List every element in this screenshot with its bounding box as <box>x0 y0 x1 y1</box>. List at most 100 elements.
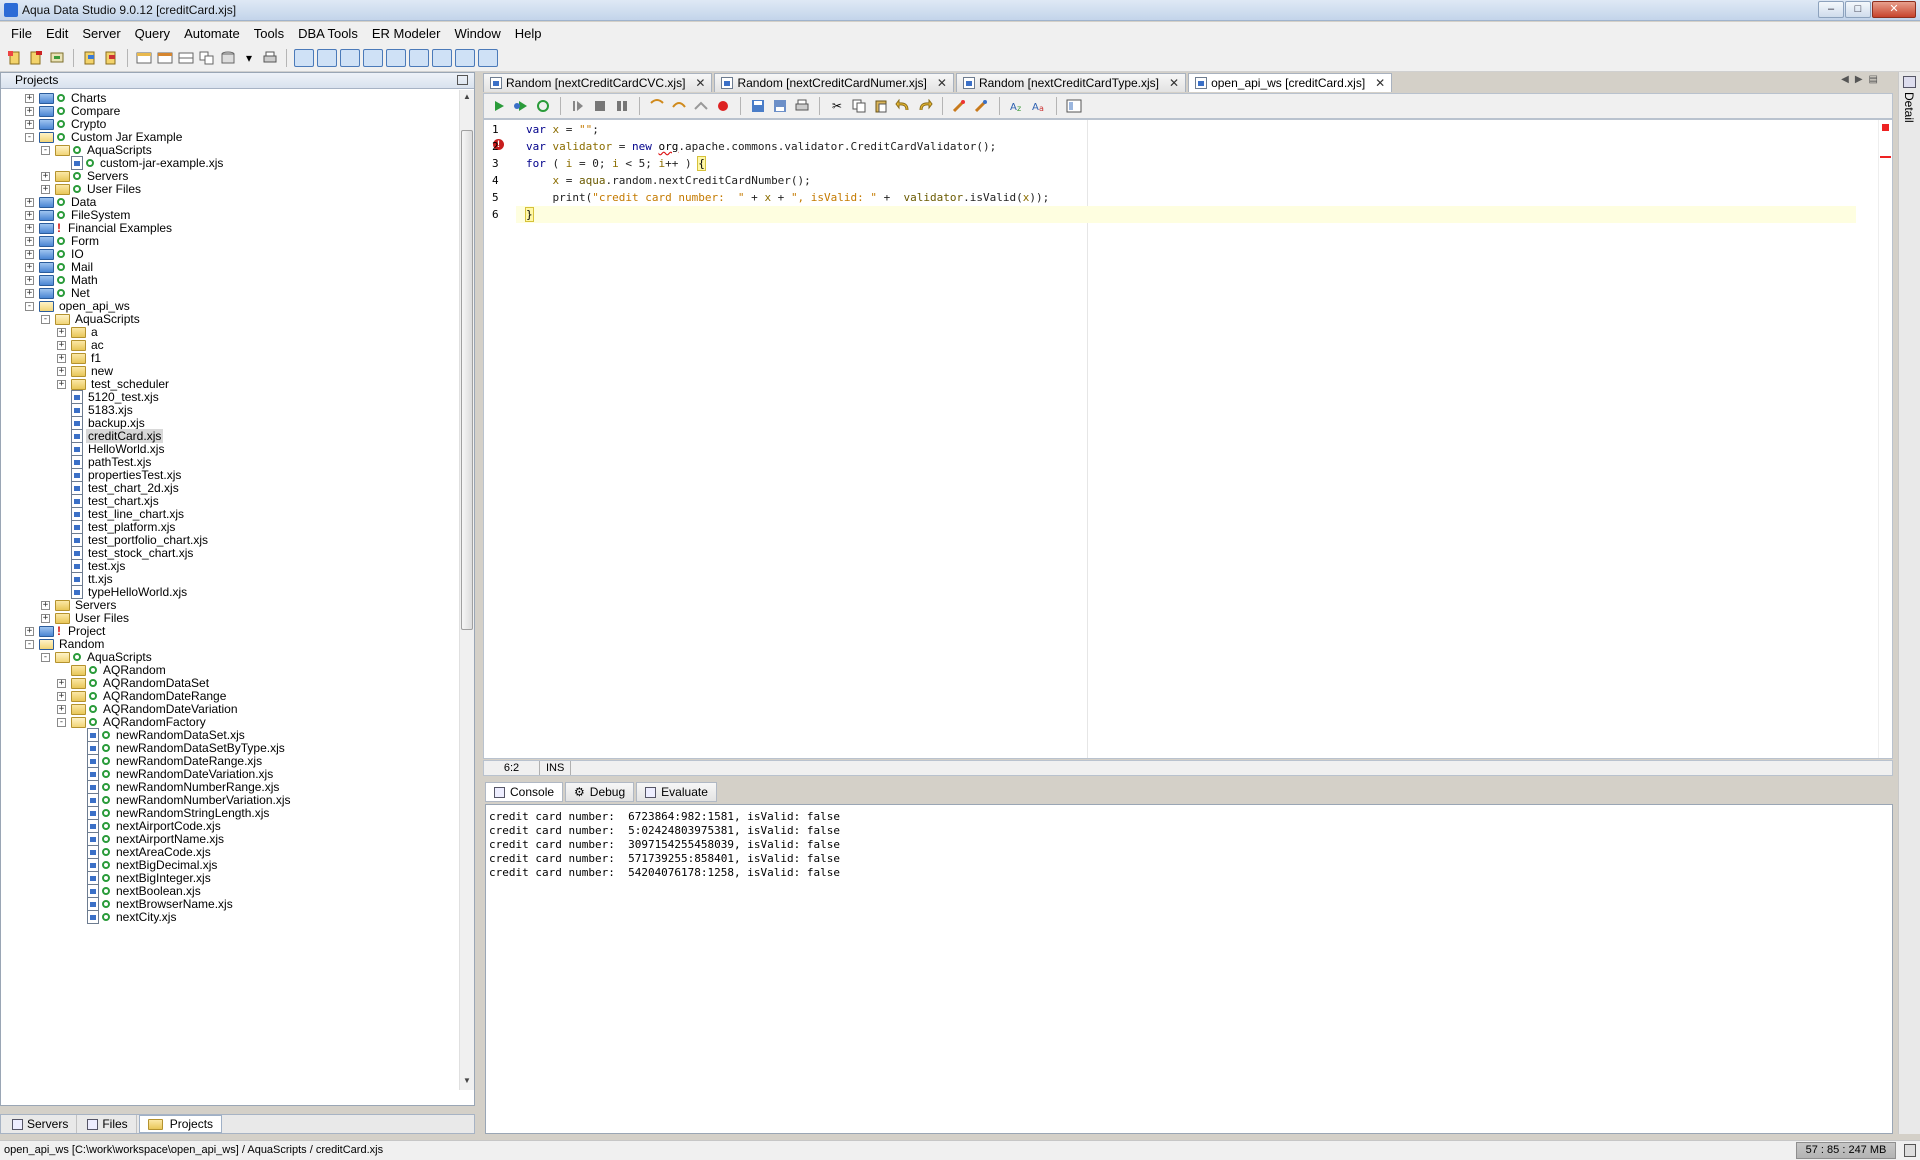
expand-icon[interactable]: + <box>57 379 66 389</box>
disconnect-icon[interactable] <box>102 49 120 67</box>
tree-scrollbar[interactable]: ▲ ▼ <box>459 90 474 1090</box>
tree-node[interactable]: nextCity.xjs <box>73 909 178 925</box>
expand-icon[interactable]: + <box>25 262 34 272</box>
tab-servers[interactable]: Servers <box>4 1115 78 1133</box>
scrollbar-thumb[interactable] <box>461 130 473 630</box>
compare-icon[interactable] <box>198 49 216 67</box>
collapse-icon[interactable]: - <box>57 717 66 727</box>
expand-icon[interactable]: + <box>25 197 34 207</box>
step-into-icon[interactable] <box>648 97 666 115</box>
code-editor[interactable]: ! 123456 var x = ""; var validator = new … <box>483 119 1893 759</box>
editor-tab[interactable]: Random [nextCreditCardNumer.xjs] ✕ <box>714 73 954 92</box>
maximize-button[interactable]: □ <box>1845 1 1871 18</box>
close-tab-icon[interactable]: ✕ <box>695 76 705 90</box>
tab-evaluate[interactable]: Evaluate <box>636 782 717 802</box>
expand-icon[interactable]: + <box>41 613 50 623</box>
save-icon[interactable] <box>749 97 767 115</box>
expand-icon[interactable]: + <box>25 223 34 233</box>
paste-icon[interactable] <box>872 97 890 115</box>
layout-4-icon[interactable] <box>363 48 383 67</box>
run-icon[interactable] <box>490 97 508 115</box>
close-tab-icon[interactable]: ✕ <box>1375 76 1385 90</box>
collapse-icon[interactable]: - <box>25 132 34 142</box>
scroll-up-icon[interactable]: ▲ <box>463 92 471 101</box>
menu-query[interactable]: Query <box>128 26 177 41</box>
expand-icon[interactable]: + <box>41 184 50 194</box>
stop-icon[interactable] <box>591 97 609 115</box>
tab-debug[interactable]: ⚙ Debug <box>565 782 635 802</box>
save-all-icon[interactable] <box>771 97 789 115</box>
redo-icon[interactable] <box>916 97 934 115</box>
schema-icon[interactable] <box>219 49 237 67</box>
code-line[interactable]: } <box>516 206 1856 223</box>
run-to-cursor-icon[interactable] <box>534 97 552 115</box>
uppercase-icon[interactable]: Aa <box>1030 97 1048 115</box>
tab-files[interactable]: Files <box>79 1115 137 1133</box>
editor-tab[interactable]: Random [nextCreditCardType.xjs] ✕ <box>955 73 1187 92</box>
expand-icon[interactable]: + <box>25 93 34 103</box>
collapse-icon[interactable]: - <box>41 652 50 662</box>
collapse-icon[interactable]: - <box>25 639 34 649</box>
detail-icon[interactable] <box>1903 76 1916 88</box>
expand-icon[interactable]: + <box>25 288 34 298</box>
layout-7-icon[interactable] <box>432 48 452 67</box>
expand-icon[interactable]: + <box>57 327 66 337</box>
expand-icon[interactable]: + <box>57 691 66 701</box>
tab-projects[interactable]: Projects <box>138 1115 223 1133</box>
code-line[interactable]: x = aqua.random.nextCreditCardNumber(); <box>526 172 811 189</box>
expand-icon[interactable]: + <box>25 236 34 246</box>
find-replace-icon[interactable] <box>973 97 991 115</box>
layout-1-icon[interactable] <box>294 48 314 67</box>
scroll-down-icon[interactable]: ▼ <box>463 1076 471 1085</box>
pause-icon[interactable] <box>613 97 631 115</box>
garbage-collect-icon[interactable] <box>1904 1144 1916 1157</box>
minimize-button[interactable]: – <box>1818 1 1844 18</box>
code-line[interactable]: var validator = new org.apache.commons.v… <box>526 138 996 155</box>
close-tab-icon[interactable]: ✕ <box>937 76 947 90</box>
menu-help[interactable]: Help <box>508 26 549 41</box>
expand-icon[interactable]: + <box>25 626 34 636</box>
close-window-button[interactable]: ✕ <box>1872 1 1916 18</box>
error-summary-icon[interactable] <box>1882 124 1889 131</box>
continue-icon[interactable] <box>569 97 587 115</box>
remove-server-icon[interactable] <box>27 49 45 67</box>
expand-icon[interactable]: + <box>57 353 66 363</box>
expand-icon[interactable]: + <box>57 366 66 376</box>
menu-edit[interactable]: Edit <box>39 26 75 41</box>
code-line[interactable]: print("credit card number: " + x + ", is… <box>526 189 1049 206</box>
menu-server[interactable]: Server <box>75 26 127 41</box>
debug-run-icon[interactable] <box>512 97 530 115</box>
collapse-icon[interactable]: - <box>41 145 50 155</box>
query-analyzer-icon[interactable] <box>156 49 174 67</box>
restore-panel-icon[interactable] <box>457 75 468 85</box>
layout-5-icon[interactable] <box>386 48 406 67</box>
detail-tab[interactable]: Detail <box>1902 92 1916 123</box>
menu-window[interactable]: Window <box>447 26 507 41</box>
tab-navigation[interactable]: ◀▶▤ <box>1841 74 1884 85</box>
layout-6-icon[interactable] <box>409 48 429 67</box>
new-server-icon[interactable] <box>6 49 24 67</box>
collapse-icon[interactable]: - <box>41 314 50 324</box>
menu-file[interactable]: File <box>4 26 39 41</box>
cut-icon[interactable]: ✂ <box>828 97 846 115</box>
layout-8-icon[interactable] <box>455 48 475 67</box>
expand-icon[interactable]: + <box>57 340 66 350</box>
menu-er-modeler[interactable]: ER Modeler <box>365 26 448 41</box>
layout-3-icon[interactable] <box>340 48 360 67</box>
menu-dba-tools[interactable]: DBA Tools <box>291 26 365 41</box>
expand-icon[interactable]: + <box>25 249 34 259</box>
expand-icon[interactable]: + <box>57 704 66 714</box>
error-stripe-mark[interactable] <box>1880 156 1891 158</box>
outline-icon[interactable] <box>1065 97 1083 115</box>
expand-icon[interactable]: + <box>57 678 66 688</box>
tab-console[interactable]: Console <box>485 782 564 802</box>
undo-icon[interactable] <box>894 97 912 115</box>
layout-2-icon[interactable] <box>317 48 337 67</box>
memory-indicator[interactable]: 57 : 85 : 247 MB <box>1796 1142 1896 1159</box>
code-line[interactable]: for ( i = 0; i < 5; i++ ) { <box>526 155 706 172</box>
dropdown-arrow-icon[interactable]: ▾ <box>240 49 258 67</box>
format-icon[interactable]: Az <box>1008 97 1026 115</box>
find-icon[interactable] <box>951 97 969 115</box>
close-tab-icon[interactable]: ✕ <box>1169 76 1179 90</box>
breakpoint-icon[interactable] <box>714 97 732 115</box>
